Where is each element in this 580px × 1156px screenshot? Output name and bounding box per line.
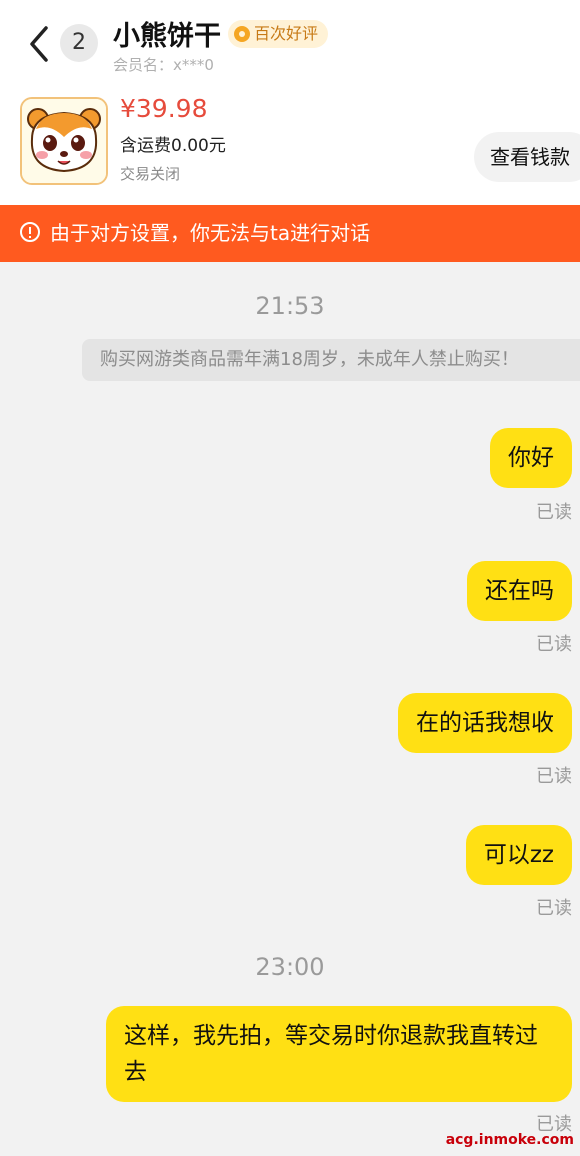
order-status: 交易关闭 <box>120 165 181 183</box>
blocked-warning-banner: 由于对方设置，你无法与ta进行对话 <box>0 205 580 262</box>
read-receipt: 已读 <box>536 898 572 919</box>
read-receipt: 已读 <box>536 766 572 787</box>
seller-name[interactable]: 小熊饼干 <box>113 14 221 53</box>
timestamp: 23:00 <box>255 953 325 981</box>
product-thumbnail[interactable] <box>20 97 108 185</box>
read-receipt: 已读 <box>536 634 572 655</box>
message-bubble[interactable]: 你好 <box>490 428 572 488</box>
chat-page: 2 小熊饼干 百次好评 会员名：x***0 ¥39.98 含运费0.00元 交易… <box>0 0 580 1156</box>
alert-circle-icon <box>20 222 40 242</box>
shipping-fee: 含运费0.00元 <box>120 136 226 156</box>
unread-count-badge[interactable]: 2 <box>60 24 98 62</box>
member-name: 会员名：x***0 <box>113 56 214 74</box>
chevron-left-icon <box>30 26 48 62</box>
rating-badge-label: 百次好评 <box>254 24 319 43</box>
read-receipt: 已读 <box>536 502 572 523</box>
message-bubble[interactable]: 可以zz <box>465 825 572 885</box>
banner-text: 由于对方设置，你无法与ta进行对话 <box>50 221 371 245</box>
age-notice: 购买网游类商品需年满18周岁，未成年人禁止购买！ <box>82 339 580 381</box>
view-refund-button[interactable]: 查看钱款 <box>474 132 580 182</box>
site-watermark: acg.inmoke.com <box>445 1132 574 1148</box>
product-price: ¥39.98 <box>120 94 208 123</box>
rating-badge[interactable]: 百次好评 <box>228 20 329 48</box>
timestamp: 21:53 <box>255 292 325 320</box>
chat-header: 2 小熊饼干 百次好评 会员名：x***0 ¥39.98 含运费0.00元 交易… <box>0 0 580 205</box>
back-button[interactable] <box>22 22 58 66</box>
bear-mascot-icon <box>22 99 106 183</box>
message-bubble[interactable]: 还在吗 <box>467 561 572 621</box>
medal-icon <box>234 26 250 42</box>
message-bubble[interactable]: 在的话我想收 <box>398 693 572 753</box>
message-bubble[interactable]: 这样，我先拍，等交易时你退款我直转过去 <box>106 1006 572 1102</box>
